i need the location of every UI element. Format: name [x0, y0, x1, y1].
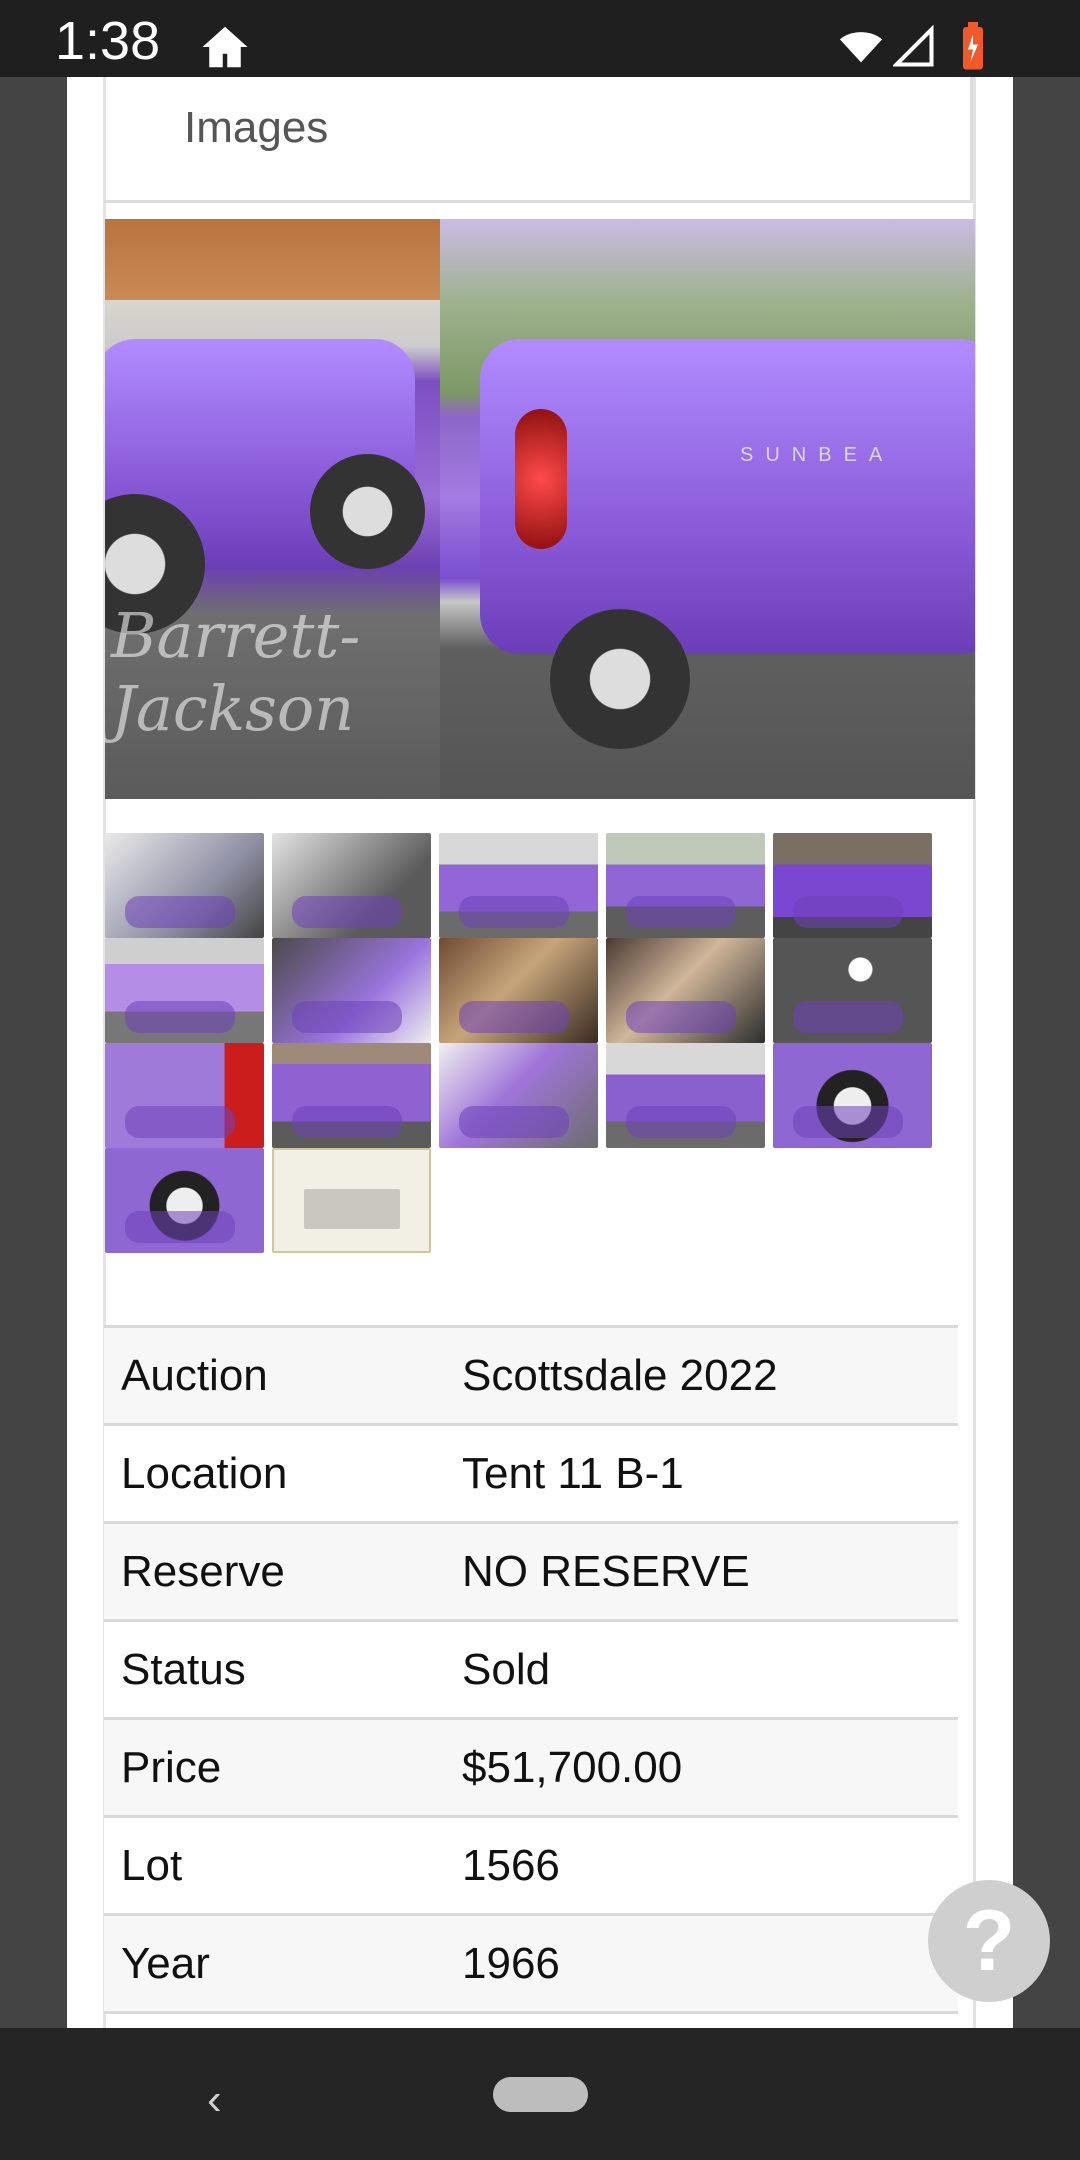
home-pill[interactable] [493, 2077, 588, 2112]
thumbnail[interactable] [606, 1043, 765, 1148]
price-value: $51,700.00 [462, 1742, 683, 1792]
table-row: Reserve NO RESERVE [104, 1524, 958, 1622]
images-header: Images [104, 77, 973, 203]
hero-watermark: Barrett-Jackson [111, 599, 361, 745]
auction-details-table: Auction Scottsdale 2022 Location Tent 11… [104, 1325, 958, 2014]
year-label: Year [121, 1938, 210, 1988]
thumbnail[interactable] [272, 1148, 431, 1253]
thumbnail[interactable] [272, 1043, 431, 1148]
table-row: Year 1966 [104, 1916, 958, 2014]
status-bar: 1:38 [0, 0, 1080, 77]
thumbnail[interactable] [272, 833, 431, 938]
auction-label: Auction [121, 1350, 268, 1400]
car-badge-text: SUNBEA [740, 444, 895, 466]
thumbnail-grid [105, 833, 935, 1253]
back-icon[interactable]: ‹ [207, 2075, 247, 2124]
reserve-label: Reserve [121, 1546, 285, 1596]
table-row: Price $51,700.00 [104, 1720, 958, 1818]
battery-icon [963, 22, 983, 70]
table-row: Location Tent 11 B-1 [104, 1426, 958, 1524]
lot-label: Lot [121, 1840, 183, 1890]
status-value: Sold [462, 1644, 551, 1694]
lot-value: 1566 [462, 1840, 560, 1890]
thumbnail[interactable] [105, 1148, 264, 1253]
thumbnail[interactable] [439, 938, 598, 1043]
price-label: Price [121, 1742, 222, 1792]
home-icon [202, 26, 248, 68]
car-rear-wheel [310, 454, 425, 569]
signal-icon [893, 24, 934, 67]
images-title: Images [184, 103, 329, 152]
thumbnail[interactable] [105, 1043, 264, 1148]
reserve-value: NO RESERVE [462, 1546, 750, 1596]
table-row: Auction Scottsdale 2022 [104, 1328, 958, 1426]
thumbnail[interactable] [105, 938, 264, 1043]
help-button[interactable]: ? [928, 1880, 1050, 2002]
table-row: Status Sold [104, 1622, 958, 1720]
thumbnail[interactable] [439, 1043, 598, 1148]
right-gutter [1013, 77, 1080, 2028]
page-content: Images Barrett-Jackson SUNBEA Auction Sc… [67, 77, 1013, 2028]
wifi-icon [839, 32, 883, 63]
thumbnail[interactable] [272, 938, 431, 1043]
year-value: 1966 [462, 1938, 560, 1988]
thumbnail[interactable] [773, 938, 932, 1043]
help-icon: ? [962, 1892, 1016, 1989]
status-label: Status [121, 1644, 246, 1694]
status-time: 1:38 [55, 11, 161, 71]
thumbnail[interactable] [439, 833, 598, 938]
thumbnail[interactable] [606, 938, 765, 1043]
hero-image-right[interactable]: SUNBEA [440, 219, 975, 799]
location-value: Tent 11 B-1 [462, 1448, 684, 1498]
auction-value: Scottsdale 2022 [462, 1350, 778, 1400]
thumbnail[interactable] [606, 833, 765, 938]
location-label: Location [121, 1448, 288, 1498]
hero-image-left[interactable]: Barrett-Jackson [105, 219, 440, 799]
thumbnail[interactable] [773, 833, 932, 938]
thumbnail[interactable] [105, 833, 264, 938]
table-row: Lot 1566 [104, 1818, 958, 1916]
car-rear-tire [550, 609, 690, 749]
left-gutter [0, 77, 67, 2028]
car-taillight [515, 409, 567, 549]
thumbnail[interactable] [773, 1043, 932, 1148]
